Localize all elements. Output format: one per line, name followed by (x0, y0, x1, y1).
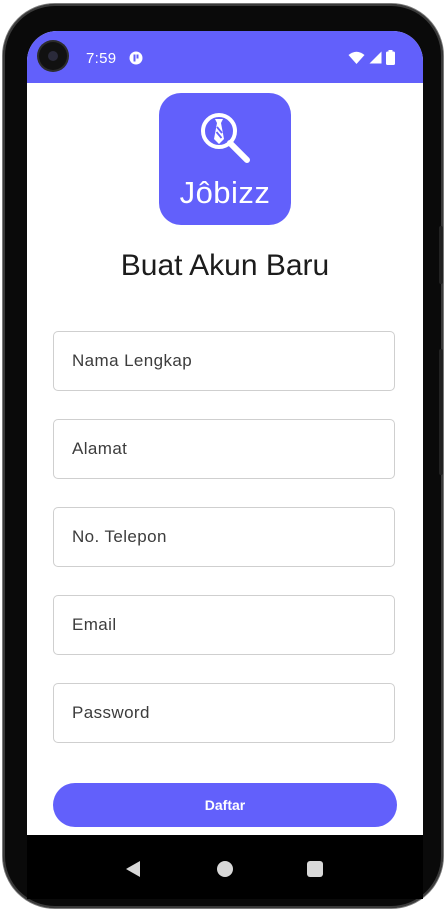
screen: 7:59 Jôbizz Buat Akun Baru Nama Lengkap … (27, 31, 423, 899)
email-field[interactable]: Email (53, 595, 395, 655)
phone-field[interactable]: No. Telepon (53, 507, 395, 567)
front-camera (39, 42, 67, 70)
wifi-icon (348, 51, 365, 64)
logo-text: Jôbizz (179, 175, 271, 210)
phone-device-frame: 7:59 Jôbizz Buat Akun Baru Nama Lengkap … (3, 4, 443, 908)
search-magnifier-tie-icon (201, 113, 250, 163)
app-notification-icon (129, 51, 143, 65)
status-bar: 7:59 (27, 31, 423, 83)
page-title: Buat Akun Baru (120, 249, 330, 282)
password-field[interactable]: Password (53, 683, 395, 743)
register-button[interactable]: Daftar (53, 783, 397, 827)
full-name-field[interactable]: Nama Lengkap (53, 331, 395, 391)
address-field[interactable]: Alamat (53, 419, 395, 479)
back-icon[interactable] (125, 860, 141, 878)
app-logo: Jôbizz (159, 93, 291, 225)
status-time: 7:59 (86, 50, 117, 67)
recent-apps-icon[interactable] (307, 861, 323, 877)
power-button (439, 349, 443, 475)
cell-signal-icon (369, 51, 382, 64)
home-icon[interactable] (217, 861, 233, 877)
register-screen: Jôbizz Buat Akun Baru Nama Lengkap Alama… (27, 83, 423, 835)
status-icons (348, 50, 395, 65)
volume-button (439, 226, 443, 284)
battery-icon (386, 50, 395, 65)
navigation-bar (27, 835, 423, 899)
